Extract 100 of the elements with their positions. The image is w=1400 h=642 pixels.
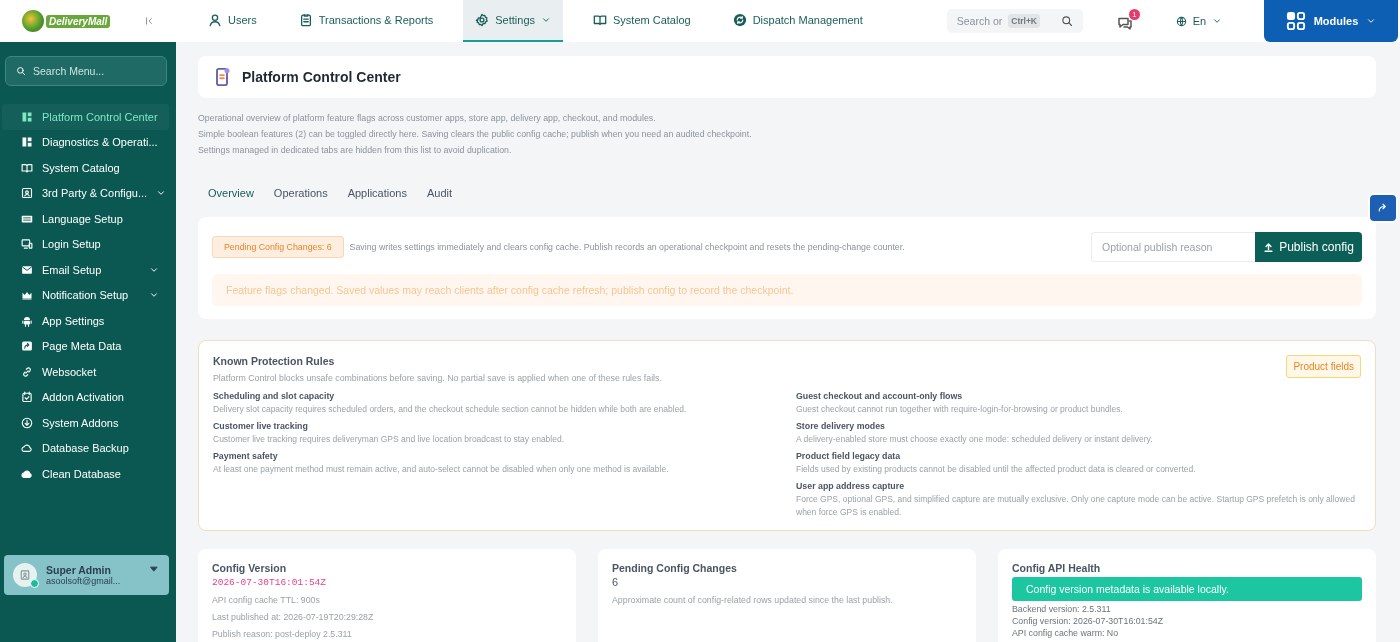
share-icon — [21, 340, 33, 353]
book-icon — [21, 161, 33, 174]
card-title: Pending Config Changes — [612, 562, 738, 574]
globe-icon — [1175, 15, 1187, 27]
rule-description: Force GPS, optional GPS, and simplified capture are mutually exclusive. Only one capture mode can be active. Startup GPS prefetch is only allowed when force GPS is enabled. — [796, 493, 1356, 519]
search-icon — [16, 66, 26, 76]
nav-tab[interactable]: Dispatch Management — [720, 0, 875, 42]
share-arrow-icon — [1377, 202, 1389, 214]
rule-description: Customer live tracking requires deliveryman GPS and live location broadcast to stay enabled. — [213, 433, 566, 446]
download-icon — [21, 416, 33, 429]
caret-icon — [149, 564, 159, 574]
user-name: Super Admin — [46, 564, 111, 576]
sidebar-item[interactable]: Addon Activation — [2, 384, 169, 410]
sidebar-item[interactable]: Notification Setup — [2, 282, 169, 308]
share-button[interactable] — [1368, 193, 1398, 223]
rule-title: Guest checkout and account-only flows — [796, 390, 964, 403]
sidebar-item[interactable]: Clean Database — [2, 461, 169, 487]
publish-button[interactable]: Publish config — [1255, 232, 1362, 262]
chat-icon — [1116, 15, 1133, 31]
dashboard-icon — [21, 136, 33, 149]
user-icon — [208, 13, 222, 27]
logo-icon — [22, 10, 44, 32]
pending-changes-badge: Pending Config Changes: 6 — [212, 236, 344, 258]
global-search-field[interactable]: Search or Ctrl+K — [946, 9, 1083, 33]
apps-grid-icon — [1285, 11, 1306, 31]
page-description: Operational overview of platform feature flags across customer apps, store app, delivery app, checkout, and modules. — [198, 112, 657, 125]
section-tab[interactable]: Applications — [337, 179, 417, 207]
sidebar-item[interactable]: App Settings — [2, 308, 169, 334]
sidebar-item[interactable]: Diagnostics & Operati... — [2, 129, 169, 155]
sidebar-item[interactable]: Platform Control Center — [2, 104, 169, 130]
search-icon — [1060, 15, 1073, 27]
card-detail: Last published at: 2026-07-19T20:29:28Z — [212, 612, 375, 622]
sidebar-item[interactable]: 3rd Party & Configu... — [2, 180, 169, 206]
warning-alert: Feature flags changed. Saved values may reach clients after config cache refresh; publish config to record the checkpoint. — [212, 274, 1362, 306]
rule-title: Product field legacy data — [796, 450, 902, 463]
monitor-icon — [21, 238, 33, 251]
cloud-icon — [21, 442, 33, 455]
brand-name: DeliveryMall — [46, 14, 111, 28]
nav-tab[interactable]: Transactions & Reports — [286, 0, 446, 42]
sidebar-item[interactable]: Email Setup — [2, 257, 169, 283]
user-email: asoolsoft@gmail... — [46, 576, 121, 586]
envelope-icon — [21, 263, 33, 276]
link-icon — [21, 365, 33, 378]
portrait-icon — [19, 569, 31, 581]
sidebar-item[interactable]: Database Backup — [2, 435, 169, 461]
card-detail: API config cache warm: No — [1012, 627, 1120, 639]
sidebar-item[interactable]: System Addons — [2, 410, 169, 436]
publish-note: Saving writes settings immediately and clears config cache. Publish records an operational checkpoint and resets the pending-change counter. — [349, 242, 906, 252]
section-tab[interactable]: Audit — [417, 179, 463, 207]
sidebar-item[interactable]: Websocket — [2, 359, 169, 385]
section-tab[interactable]: Overview — [198, 179, 264, 207]
section-tab[interactable]: Operations — [263, 179, 338, 207]
rule-description: Guest checkout cannot run together with require-login-for-browsing or product bundles. — [796, 403, 1124, 416]
upload-icon — [1263, 241, 1275, 253]
rule-title: Store delivery modes — [796, 420, 886, 433]
nav-tab[interactable]: Users — [196, 0, 269, 42]
page-description: Settings managed in dedicated tabs are hidden from this list to avoid duplication. — [198, 144, 513, 157]
nav-tab[interactable]: System Catalog — [581, 0, 703, 42]
rule-description: A delivery-enabled store must choose exactly one mode: scheduled delivery or instant delivery. — [796, 433, 1154, 446]
card-detail: Backend version: 2.5.311 — [1012, 603, 1112, 615]
card-detail: Approximate count of config-related rows updated since the last publish. — [612, 595, 894, 605]
rules-subtitle: Platform Control blocks unsafe combinations before saving. No partial save is applied when one of these rules fails. — [213, 373, 662, 383]
page-title: Platform Control Center — [242, 69, 401, 85]
rule-title: Scheduling and slot capacity — [213, 390, 336, 403]
sidebar-item[interactable]: Login Setup — [2, 231, 169, 257]
publish-reason-field[interactable]: Optional publish reason — [1091, 232, 1255, 262]
rule-description: At least one payment method must remain active, and auto-select cannot be disabled when only one method is available. — [213, 463, 670, 476]
id-card-icon — [21, 187, 33, 200]
rule-title: User app address capture — [796, 480, 906, 493]
nav-tab[interactable]: Settings — [463, 0, 563, 42]
card-detail: API config cache TTL: 900s — [212, 595, 321, 605]
sidebar-item[interactable]: System Catalog — [2, 155, 169, 181]
chevron-down-icon — [1366, 16, 1377, 26]
rules-title: Known Protection Rules — [213, 355, 336, 367]
card-detail: Config version: 2026-07-30T16:01:54Z — [1012, 615, 1165, 627]
rule-title: Payment safety — [213, 450, 279, 463]
card-title: Config Version — [212, 562, 288, 574]
rule-title: Customer live tracking — [213, 420, 309, 433]
sidebar-item[interactable]: Language Setup — [2, 206, 169, 232]
card-detail: Publish reason: post-deploy 2.5.311 — [212, 629, 353, 639]
robot-icon — [21, 314, 33, 327]
clipboard-icon — [298, 13, 313, 27]
page-description: Simple boolean features (2) can be toggled directly here. Saving clears the public config cache; publish when you need an audited checkpoint. — [198, 128, 753, 141]
config-version-value: 2026-07-30T16:01:54Z — [212, 577, 328, 588]
language-selector[interactable]: En — [1175, 15, 1223, 27]
chevron-down-icon — [1212, 16, 1223, 26]
dashboard-icon — [21, 110, 33, 123]
gear-icon — [475, 13, 490, 27]
user-card[interactable]: Super Admin asoolsoft@gmail... — [4, 555, 169, 595]
book-icon — [593, 13, 607, 27]
card-title: Config API Health — [1012, 562, 1102, 574]
refresh-icon — [732, 13, 747, 27]
shortcut-key: Ctrl+K — [1008, 14, 1040, 28]
menu-search-field[interactable]: Search Menu... — [5, 56, 167, 86]
calendar-icon — [21, 391, 33, 404]
sidebar-item[interactable]: Page Meta Data — [2, 333, 169, 359]
modules-button[interactable]: Modules — [1264, 0, 1398, 42]
rule-description: Delivery slot capacity requires scheduled orders, and the checkout schedule section cannot be hidden while both are enabled. — [213, 403, 688, 416]
rule-description: Fields used by existing products cannot be disabled until the affected product data is cleared or converted. — [796, 463, 1197, 476]
collapse-icon — [144, 16, 154, 26]
